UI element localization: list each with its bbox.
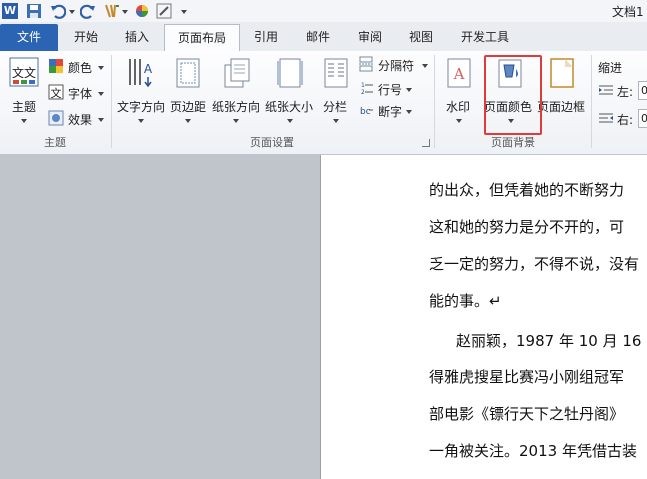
tab-mailings[interactable]: 邮件 (298, 25, 338, 49)
colors-icon (49, 59, 63, 73)
doc-line: 一角被关注。2013 年凭借古装 (429, 442, 637, 460)
color-wheel-icon[interactable] (134, 3, 150, 19)
indent-label: 缩进 (598, 61, 623, 75)
document-title: 文档1 (612, 5, 644, 19)
text-direction-icon: A (129, 59, 153, 88)
tab-review[interactable]: 审阅 (350, 25, 390, 49)
orientation-button[interactable]: 纸张方向 (210, 55, 262, 129)
margins-button[interactable]: 页边距 (168, 55, 208, 129)
page-borders-icon (550, 58, 574, 88)
page-borders-button[interactable]: 页面边框 (537, 55, 587, 129)
group-label-page-background: 页面背景 (491, 136, 535, 149)
tab-file[interactable]: 文件 (0, 24, 58, 51)
tab-references[interactable]: 引用 (246, 25, 286, 49)
theme-effects-button[interactable]: 效果 (48, 109, 104, 127)
doc-line: 乏一定的努力，不得不说，没有 (429, 255, 640, 273)
indent-left-icon (599, 85, 613, 95)
format-painter-icon[interactable] (104, 3, 120, 19)
theme-fonts-button[interactable]: 文 字体 (48, 83, 104, 101)
group-label-page-setup: 页面设置 (250, 136, 294, 149)
line-numbers-icon: 12 (361, 82, 373, 96)
tab-page-layout[interactable]: 页面布局 (164, 24, 240, 52)
svg-text:2: 2 (361, 89, 365, 96)
tab-developer[interactable]: 开发工具 (453, 25, 517, 49)
orientation-icon (224, 58, 250, 88)
page-setup-dialog-launcher[interactable] (422, 139, 430, 147)
indent-left-label: 左: (617, 85, 634, 99)
ribbon-tab-bar: 文件 开始 插入 页面布局 引用 邮件 审阅 视图 开发工具 (0, 22, 647, 52)
svg-text:文: 文 (51, 86, 62, 100)
group-label-themes: 主题 (44, 136, 66, 149)
indent-left-input[interactable]: 0 (638, 81, 647, 100)
redo-icon[interactable] (79, 3, 96, 19)
tab-insert[interactable]: 插入 (117, 25, 157, 49)
format-painter-dropdown-arrow[interactable] (122, 10, 128, 14)
svg-text:1: 1 (361, 82, 365, 89)
doc-line: 这和她的努力是分不开的，可 (429, 218, 625, 236)
theme-colors-button[interactable]: 颜色 (48, 57, 104, 75)
svg-text:文文: 文文 (12, 65, 36, 80)
columns-icon (324, 58, 348, 88)
fonts-icon: 文 (48, 84, 64, 100)
hyphenation-button[interactable]: bc 断字 (358, 101, 430, 119)
save-icon[interactable] (26, 3, 42, 19)
margins-icon (176, 58, 200, 88)
tab-view[interactable]: 视图 (401, 25, 441, 49)
themes-icon: 文文 (9, 57, 39, 87)
breaks-button[interactable]: 分隔符 (358, 55, 430, 73)
indent-right-icon (599, 113, 613, 123)
text-direction-button[interactable]: A 文字方向 (116, 55, 166, 129)
qat-customize-arrow[interactable] (181, 10, 187, 14)
tab-home[interactable]: 开始 (66, 25, 106, 49)
doc-line: 的出众，但凭着她的不断努力 (429, 181, 625, 199)
doc-line: 得雅虎搜星比赛冯小刚组冠军 (429, 368, 625, 386)
size-button[interactable]: 纸张大小 (264, 55, 316, 129)
svg-text:A: A (453, 65, 465, 83)
doc-line: 部电影《镖行天下之牡丹阁》 (429, 405, 625, 423)
watermark-button[interactable]: A 水印 (440, 55, 478, 129)
document-page[interactable]: 的出众，但凭着她的不断努力 这和她的努力是分不开的，可 乏一定的努力，不得不说，… (320, 155, 647, 479)
ribbon-page-layout: 文文 主题 颜色 文 字体 效果 主题 A 文字方向 页边距 纸张方向 纸张大小 (0, 51, 647, 155)
indent-right-input[interactable]: 0 (638, 109, 647, 128)
breaks-icon (359, 56, 373, 72)
page-color-highlight-box (484, 55, 542, 135)
hyphenation-icon: bc (360, 107, 373, 117)
indent-right-label: 右: (617, 113, 634, 127)
quick-access-toolbar: W 文档1 (0, 0, 647, 22)
page-size-icon (277, 58, 303, 88)
columns-button[interactable]: 分栏 (320, 55, 352, 129)
doc-line: 赵丽颖，1987 年 10 月 16 (456, 332, 642, 350)
svg-text:A: A (144, 62, 153, 76)
watermark-icon: A (447, 58, 471, 88)
undo-icon[interactable] (50, 3, 67, 19)
line-numbers-button[interactable]: 12 行号 (358, 79, 430, 97)
effects-icon (48, 110, 64, 126)
svg-text:bc: bc (360, 107, 371, 117)
word-logo-icon: W (2, 3, 18, 19)
doc-line: 能的事。↵ (429, 292, 502, 310)
themes-button[interactable]: 文文 主题 (6, 55, 42, 129)
undo-dropdown-arrow[interactable] (69, 10, 75, 14)
pen-icon[interactable] (156, 3, 172, 19)
